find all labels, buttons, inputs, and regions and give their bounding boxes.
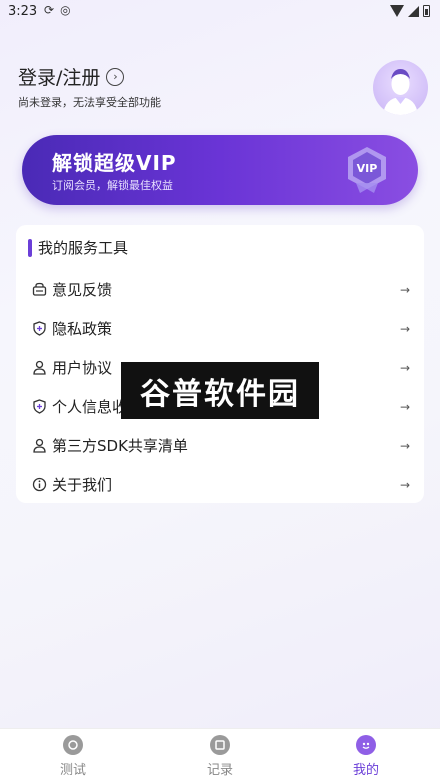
- menu-item-third-party-sdk[interactable]: 第三方SDK共享清单 →: [16, 426, 424, 465]
- arrow-right-icon: →: [399, 438, 410, 453]
- tab-record[interactable]: 记录: [185, 735, 255, 780]
- notification-icon: ◎: [60, 3, 71, 17]
- info-icon: [31, 477, 47, 493]
- tab-label: 测试: [59, 763, 86, 778]
- tab-label: 我的: [352, 763, 379, 778]
- arrow-right-icon: →: [399, 360, 410, 375]
- shield-icon: [31, 399, 47, 415]
- tab-test[interactable]: 测试: [38, 735, 108, 780]
- vip-banner[interactable]: 解锁超级VIP 订阅会员，解锁最佳权益 VIP: [22, 135, 418, 205]
- record-icon: [210, 735, 230, 755]
- vip-badge-icon: VIP: [348, 147, 386, 193]
- user-icon: [31, 438, 47, 454]
- sync-icon: ⟳: [44, 3, 55, 17]
- wifi-icon: [390, 5, 404, 17]
- arrow-right-icon: →: [399, 282, 410, 297]
- tab-label: 记录: [206, 763, 233, 778]
- menu-label: 关于我们: [52, 476, 113, 494]
- menu-label: 隐私政策: [52, 320, 113, 338]
- arrow-right-icon: →: [399, 399, 410, 414]
- status-bar: 3:23 ⟳ ◎: [0, 0, 440, 26]
- shield-icon: [31, 321, 47, 337]
- login-register-link[interactable]: 登录/注册 ›: [18, 63, 125, 90]
- arrow-right-icon: →: [399, 477, 410, 492]
- arrow-right-circle-icon: ›: [106, 67, 125, 86]
- vip-title: 解锁超级VIP: [52, 151, 177, 175]
- menu-item-about-us[interactable]: 关于我们 →: [16, 465, 424, 504]
- menu-label: 第三方SDK共享清单: [52, 437, 188, 455]
- status-time: 3:23: [8, 4, 38, 19]
- status-right-icons: [390, 5, 430, 17]
- battery-icon: [423, 5, 430, 17]
- signal-icon: [408, 5, 419, 17]
- menu-label: 用户协议: [52, 359, 113, 377]
- tab-mine[interactable]: 我的: [331, 735, 401, 780]
- test-icon: [63, 735, 83, 755]
- vip-badge-text: VIP: [357, 162, 378, 175]
- avatar[interactable]: [373, 60, 428, 115]
- watermark: 谷普软件园: [121, 362, 319, 419]
- user-avatar-icon: [383, 69, 418, 115]
- arrow-right-icon: →: [399, 321, 410, 336]
- watermark-text: 谷普软件园: [140, 376, 300, 412]
- user-icon: [31, 360, 47, 376]
- status-left-icons: ⟳ ◎: [44, 3, 71, 17]
- login-label: 登录/注册: [18, 67, 101, 89]
- services-title: 我的服务工具: [38, 239, 129, 257]
- vip-subtitle: 订阅会员，解锁最佳权益: [52, 179, 173, 192]
- bottom-nav: 测试 记录 我的: [0, 728, 440, 783]
- profile-icon: [356, 735, 376, 755]
- menu-item-privacy-policy[interactable]: 隐私政策 →: [16, 309, 424, 348]
- login-subtitle: 尚未登录，无法享受全部功能: [18, 96, 161, 109]
- menu-label: 意见反馈: [52, 281, 113, 299]
- menu-item-feedback[interactable]: 意见反馈 →: [16, 270, 424, 309]
- accent-bar: [28, 238, 32, 257]
- services-header: 我的服务工具: [28, 237, 128, 258]
- feedback-icon: [31, 282, 47, 298]
